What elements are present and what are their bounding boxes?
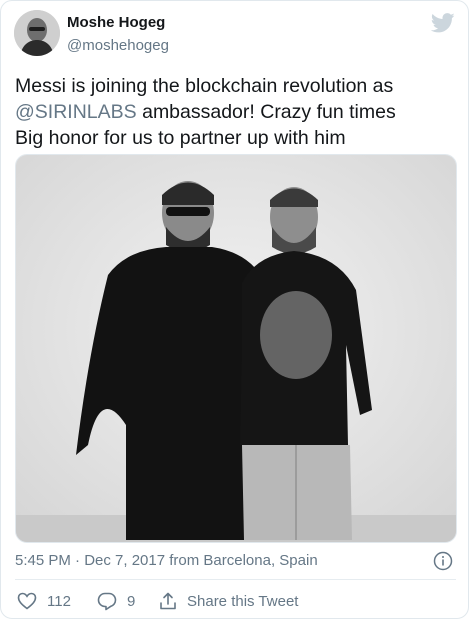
avatar[interactable] — [14, 10, 60, 56]
like-button[interactable]: 112 — [17, 591, 71, 611]
mention-link[interactable]: @SIRINLABS — [15, 101, 137, 123]
likes-count: 112 — [47, 592, 71, 610]
share-label: Share this Tweet — [187, 592, 299, 610]
tweet-text-line-2-rest: ambassador! Crazy fun times — [142, 101, 396, 123]
twitter-bird-icon[interactable] — [430, 13, 455, 33]
tweet-photo[interactable] — [15, 154, 457, 543]
replies-count: 9 — [127, 592, 136, 610]
avatar-image — [14, 10, 60, 56]
tweet-text-line-2: @SIRINLABS ambassador! Crazy fun times — [15, 99, 460, 125]
tweet-text-line-3: Big honor for us to partner up with him — [15, 127, 346, 149]
info-icon[interactable] — [433, 551, 453, 571]
author-name[interactable]: Moshe Hogeg — [67, 14, 165, 31]
share-button[interactable]: Share this Tweet — [159, 591, 298, 611]
tweet-card: Moshe Hogeg @moshehogeg Messi is joining… — [0, 0, 469, 619]
tweet-timestamp[interactable]: 5:45 PM · Dec 7, 2017 from Barcelona, Sp… — [15, 552, 318, 569]
photo-illustration — [16, 155, 456, 542]
author-handle[interactable]: @moshehogeg — [67, 37, 169, 54]
reply-button[interactable]: 9 — [97, 591, 135, 611]
tweet-text: Messi is joining the blockchain revoluti… — [15, 73, 460, 151]
divider — [15, 579, 456, 580]
heart-icon — [17, 592, 37, 610]
tweet-text-line-1: Messi is joining the blockchain revoluti… — [15, 75, 394, 97]
share-icon — [160, 592, 176, 610]
reply-icon — [97, 592, 117, 610]
